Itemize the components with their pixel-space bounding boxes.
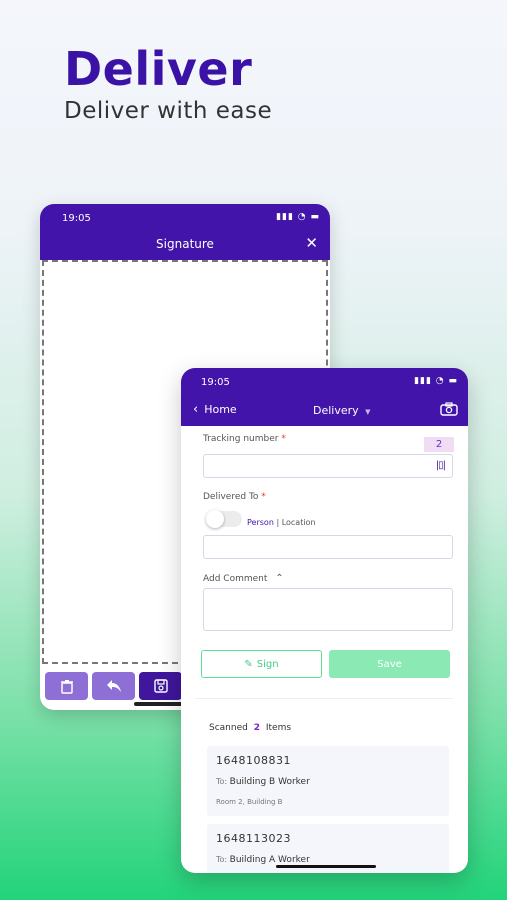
signature-header: 19:05 ▮▮▮ ◔ ▬ Signature ✕ <box>40 204 330 260</box>
hero-title: Deliver <box>64 42 253 96</box>
chevron-up-icon: ⌃ <box>275 573 284 584</box>
save-button[interactable]: Save <box>329 650 450 678</box>
tracking-count-badge: 2 <box>424 437 454 452</box>
item-id: 1648113023 <box>216 832 291 845</box>
delivered-to-label-text: Delivered To <box>203 492 259 502</box>
tracking-label-text: Tracking number <box>203 434 279 444</box>
scanned-prefix: Scanned <box>209 723 248 733</box>
list-item[interactable]: 1648108831 To: Building B Worker Room 2,… <box>207 746 449 816</box>
status-time: 19:05 <box>201 377 230 388</box>
status-icons: ▮▮▮ ◔ ▬ <box>276 212 320 222</box>
toggle-labels: Person | Location <box>247 518 316 527</box>
toggle-person-label: Person <box>247 518 274 527</box>
delivery-header: 19:05 ▮▮▮ ◔ ▬ ‹ Home Delivery ▼ <box>181 368 468 426</box>
status-time: 19:05 <box>62 213 91 224</box>
scanned-summary: Scanned 2 Items <box>209 723 291 733</box>
back-button[interactable]: ‹ Home <box>193 402 237 417</box>
item-id: 1648108831 <box>216 754 291 767</box>
scanned-suffix: Items <box>265 723 292 733</box>
trash-icon[interactable] <box>45 672 88 700</box>
home-indicator <box>276 865 376 868</box>
back-label: Home <box>204 403 237 416</box>
required-mark: * <box>261 492 266 502</box>
item-recipient: To: Building A Worker <box>216 855 310 865</box>
scanned-count: 2 <box>253 723 260 733</box>
item-address: Room 2, Building B <box>216 798 283 806</box>
comment-textarea[interactable] <box>203 588 453 631</box>
pencil-icon: ✎ <box>244 658 253 670</box>
tracking-number-input[interactable]: |▯| <box>203 454 453 478</box>
recipient-name: Building A Worker <box>229 855 310 865</box>
delivery-dropdown[interactable]: Delivery ▼ <box>313 404 371 417</box>
to-prefix: To: <box>216 855 228 864</box>
toggle-location-label: Location <box>281 518 316 527</box>
comment-label: Add Comment <box>203 574 268 584</box>
tracking-label: Tracking number * <box>203 434 286 444</box>
delivered-to-label: Delivered To * <box>203 492 266 502</box>
signature-title: Signature <box>156 237 214 251</box>
toggle-separator: | <box>276 518 280 527</box>
camera-icon[interactable] <box>440 401 458 420</box>
signature-toolbar <box>45 672 182 700</box>
sign-button[interactable]: ✎ Sign <box>201 650 322 678</box>
close-icon[interactable]: ✕ <box>305 234 318 252</box>
item-recipient: To: Building B Worker <box>216 777 310 787</box>
undo-icon[interactable] <box>92 672 135 700</box>
required-mark: * <box>281 434 286 444</box>
recipient-name: Building B Worker <box>229 777 310 787</box>
save-icon[interactable] <box>139 672 182 700</box>
chevron-down-icon: ▼ <box>365 408 371 416</box>
person-location-toggle[interactable] <box>206 510 242 528</box>
delivered-to-input[interactable] <box>203 535 453 559</box>
status-icons: ▮▮▮ ◔ ▬ <box>414 376 458 386</box>
divider <box>195 698 453 699</box>
to-prefix: To: <box>216 777 228 786</box>
hero-subtitle: Deliver with ease <box>64 98 273 124</box>
delivery-title: Delivery <box>313 404 359 417</box>
delivery-phone: 19:05 ▮▮▮ ◔ ▬ ‹ Home Delivery ▼ Tracking … <box>181 368 468 873</box>
home-indicator <box>134 702 184 706</box>
sign-label: Sign <box>256 658 279 670</box>
chevron-left-icon: ‹ <box>193 402 199 417</box>
comment-toggle[interactable]: Add Comment ⌃ <box>203 573 284 584</box>
toggle-knob <box>206 510 224 528</box>
barcode-scan-icon[interactable]: |▯| <box>436 460 446 471</box>
